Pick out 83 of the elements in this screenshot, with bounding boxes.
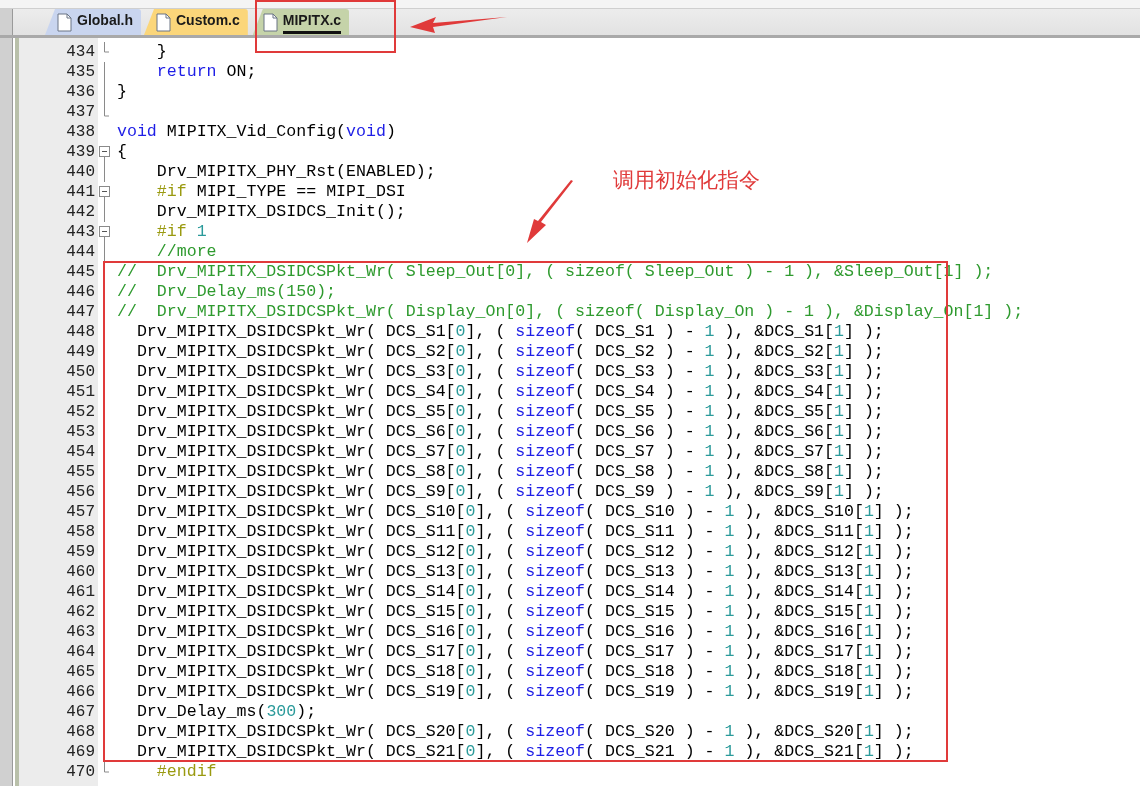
code-line: Drv_MIPITX_DSIDCSPkt_Wr( DCS_S7[0], ( sizeof( DCS_S7 ) - 1 ), &DCS_S7[1] ); xyxy=(135,442,884,462)
code-line: Drv_MIPITX_DSIDCSPkt_Wr( DCS_S16[0], ( sizeof( DCS_S16 ) - 1 ), &DCS_S16[1] ); xyxy=(135,622,914,642)
code-line: Drv_MIPITX_DSIDCSPkt_Wr( DCS_S2[0], ( sizeof( DCS_S2 ) - 1 ), &DCS_S2[1] ); xyxy=(135,342,884,362)
line-number: 447 xyxy=(65,303,95,321)
document-icon xyxy=(262,12,278,32)
code-line: Drv_MIPITX_DSIDCSPkt_Wr( DCS_S10[0], ( sizeof( DCS_S10 ) - 1 ), &DCS_S10[1] ); xyxy=(135,502,914,522)
code-line: Drv_MIPITX_DSIDCSPkt_Wr( DCS_S18[0], ( sizeof( DCS_S18 ) - 1 ), &DCS_S18[1] ); xyxy=(135,662,914,682)
line-number: 454 xyxy=(65,443,95,461)
line-number: 458 xyxy=(65,523,95,541)
code-line: Drv_MIPITX_DSIDCSPkt_Wr( DCS_S21[0], ( sizeof( DCS_S21 ) - 1 ), &DCS_S21[1] ); xyxy=(135,742,914,762)
line-number: 444 xyxy=(65,243,95,261)
line-number: 456 xyxy=(65,483,95,501)
document-icon xyxy=(156,12,171,32)
code-line: Drv_MIPITX_DSIDCSPkt_Wr( DCS_S15[0], ( sizeof( DCS_S15 ) - 1 ), &DCS_S15[1] ); xyxy=(135,602,914,622)
splitter-bar xyxy=(0,9,13,35)
code-line: Drv_MIPITX_DSIDCSPkt_Wr( DCS_S1[0], ( sizeof( DCS_S1 ) - 1 ), &DCS_S1[1] ); xyxy=(135,322,884,342)
line-number: 470 xyxy=(65,763,95,781)
code-line: #if 1 xyxy=(155,222,207,242)
line-number: 450 xyxy=(65,363,95,381)
line-number: 445 xyxy=(65,263,95,281)
line-number: 449 xyxy=(65,343,95,361)
line-number: 436 xyxy=(65,83,95,101)
line-number: 438 xyxy=(65,123,95,141)
code-line: Drv_MIPITX_DSIDCSPkt_Wr( DCS_S12[0], ( sizeof( DCS_S12 ) - 1 ), &DCS_S12[1] ); xyxy=(135,542,914,562)
code-line: } xyxy=(155,42,167,62)
line-number: 457 xyxy=(65,503,95,521)
line-number: 440 xyxy=(65,163,95,181)
line-number: 453 xyxy=(65,423,95,441)
line-number: 455 xyxy=(65,463,95,481)
line-number: 448 xyxy=(65,323,95,341)
code-line: #endif xyxy=(155,762,217,782)
code-line: //more xyxy=(155,242,217,262)
code-line: Drv_MIPITX_DSIDCSPkt_Wr( DCS_S4[0], ( sizeof( DCS_S4 ) - 1 ), &DCS_S4[1] ); xyxy=(135,382,884,402)
code-line: Drv_MIPITX_DSIDCSPkt_Wr( DCS_S6[0], ( sizeof( DCS_S6 ) - 1 ), &DCS_S6[1] ); xyxy=(135,422,884,442)
line-number: 443 xyxy=(65,223,95,241)
line-number: 435 xyxy=(65,63,95,81)
code-line: Drv_MIPITX_DSIDCSPkt_Wr( DCS_S13[0], ( sizeof( DCS_S13 ) - 1 ), &DCS_S13[1] ); xyxy=(135,562,914,582)
file-tab[interactable]: MIPITX.c xyxy=(252,9,350,35)
line-number: 446 xyxy=(65,283,95,301)
code-line: return ON; xyxy=(155,62,257,82)
line-number: 442 xyxy=(65,203,95,221)
code-line: Drv_MIPITX_DSIDCS_Init(); xyxy=(155,202,406,222)
file-tab[interactable]: Custom.c xyxy=(144,9,248,35)
line-number: 439 xyxy=(65,143,95,161)
code-line: Drv_MIPITX_DSIDCSPkt_Wr( DCS_S9[0], ( sizeof( DCS_S9 ) - 1 ), &DCS_S9[1] ); xyxy=(135,482,884,502)
code-line: Drv_MIPITX_DSIDCSPkt_Wr( DCS_S8[0], ( sizeof( DCS_S8 ) - 1 ), &DCS_S8[1] ); xyxy=(135,462,884,482)
line-number: 462 xyxy=(65,603,95,621)
code-line: Drv_MIPITX_DSIDCSPkt_Wr( DCS_S17[0], ( sizeof( DCS_S17 ) - 1 ), &DCS_S17[1] ); xyxy=(135,642,914,662)
code-line: } xyxy=(117,82,127,102)
file-tab[interactable]: Global.h xyxy=(45,9,141,35)
line-number: 437 xyxy=(65,103,95,121)
line-number: 461 xyxy=(65,583,95,601)
code-line: Drv_MIPITX_DSIDCSPkt_Wr( DCS_S20[0], ( sizeof( DCS_S20 ) - 1 ), &DCS_S20[1] ); xyxy=(135,722,914,742)
code-line: Drv_MIPITX_DSIDCSPkt_Wr( DCS_S19[0], ( sizeof( DCS_S19 ) - 1 ), &DCS_S19[1] ); xyxy=(135,682,914,702)
collapse-icon[interactable] xyxy=(99,146,110,162)
line-number: 464 xyxy=(65,643,95,661)
code-line: Drv_Delay_ms(300); xyxy=(135,702,317,722)
line-number: 463 xyxy=(65,623,95,641)
code-line: void MIPITX_Vid_Config(void) xyxy=(117,122,396,142)
code-line: Drv_MIPITX_PHY_Rst(ENABLED); xyxy=(155,162,436,182)
line-number: 469 xyxy=(65,743,95,761)
line-number: 434 xyxy=(65,43,95,61)
line-number: 441 xyxy=(65,183,95,201)
line-number: 459 xyxy=(65,543,95,561)
line-number: 466 xyxy=(65,683,95,701)
code-line: Drv_MIPITX_DSIDCSPkt_Wr( DCS_S3[0], ( sizeof( DCS_S3 ) - 1 ), &DCS_S3[1] ); xyxy=(135,362,884,382)
code-line: Drv_MIPITX_DSIDCSPkt_Wr( DCS_S11[0], ( sizeof( DCS_S11 ) - 1 ), &DCS_S11[1] ); xyxy=(135,522,914,542)
code-line: // Drv_Delay_ms(150); xyxy=(117,282,337,302)
code-line: #if MIPI_TYPE == MIPI_DSI xyxy=(155,182,406,202)
annotation-arrow xyxy=(527,180,573,243)
collapse-icon[interactable] xyxy=(99,186,110,202)
line-number: 467 xyxy=(65,703,95,721)
code-line: Drv_MIPITX_DSIDCSPkt_Wr( DCS_S5[0], ( sizeof( DCS_S5 ) - 1 ), &DCS_S5[1] ); xyxy=(135,402,884,422)
code-line: { xyxy=(117,142,127,162)
line-number: 468 xyxy=(65,723,95,741)
document-icon xyxy=(57,12,72,32)
line-number: 465 xyxy=(65,663,95,681)
collapse-icon[interactable] xyxy=(99,226,110,242)
line-number: 452 xyxy=(65,403,95,421)
annotation-text: 调用初始化指令 xyxy=(613,167,760,194)
line-number: 451 xyxy=(65,383,95,401)
line-number: 460 xyxy=(65,563,95,581)
code-line: Drv_MIPITX_DSIDCSPkt_Wr( DCS_S14[0], ( sizeof( DCS_S14 ) - 1 ), &DCS_S14[1] ); xyxy=(135,582,914,602)
